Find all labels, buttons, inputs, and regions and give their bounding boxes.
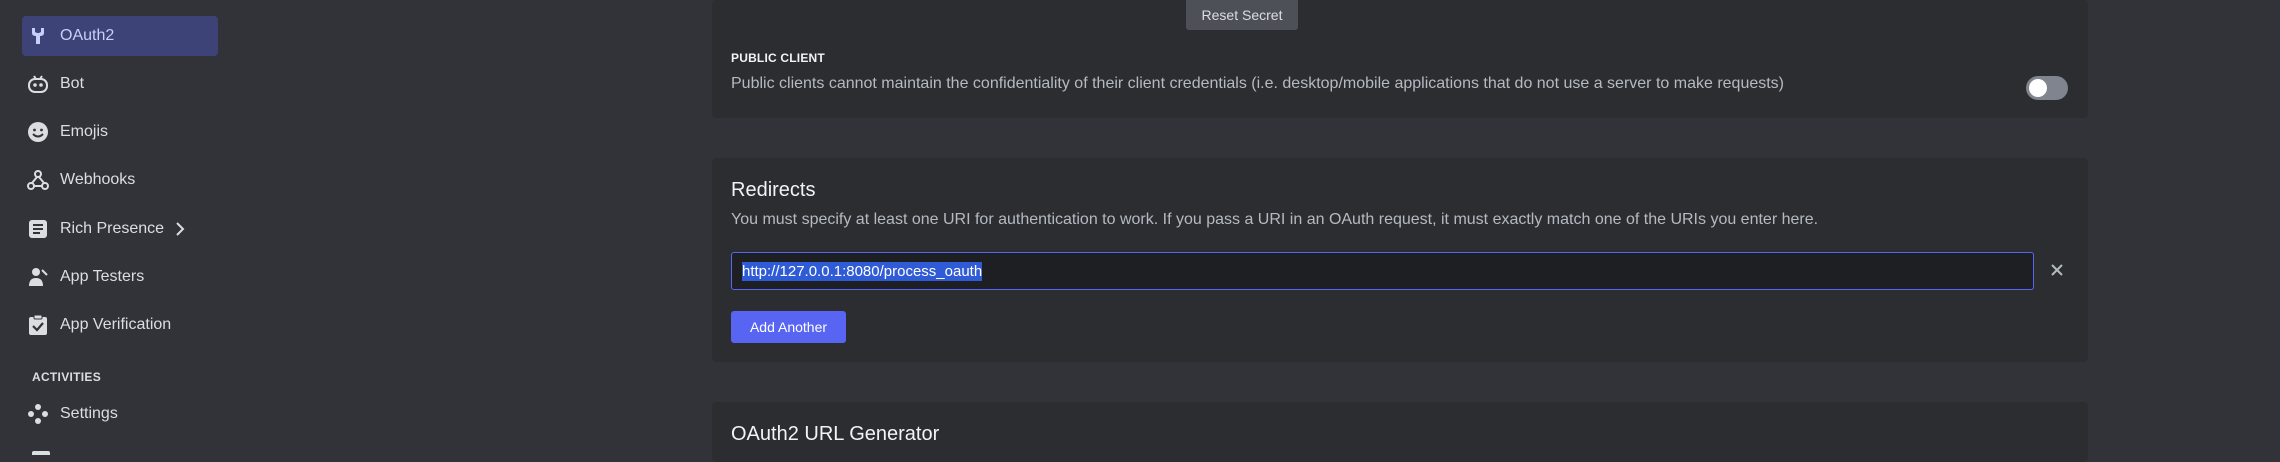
sidebar-item-rich-presence[interactable]: Rich Presence (22, 209, 218, 249)
sidebar-item-partial-icon (32, 451, 50, 455)
sidebar-item-settings[interactable]: Settings (22, 394, 218, 434)
clipboard-check-icon (16, 314, 60, 336)
sidebar-item-emojis[interactable]: Emojis (22, 112, 218, 152)
sidebar: OAuth2 Bot Emojis Webhooks Rich Presence… (0, 0, 240, 455)
sidebar-item-bot[interactable]: Bot (22, 64, 218, 104)
redirect-uri-value: http://127.0.0.1:8080/process_oauth (742, 261, 983, 281)
sidebar-item-label: OAuth2 (60, 27, 115, 44)
redirect-uri-input[interactable]: http://127.0.0.1:8080/process_oauth (731, 252, 2034, 290)
close-icon (2051, 264, 2063, 276)
sidebar-item-app-verification[interactable]: App Verification (22, 305, 218, 345)
sidebar-item-label: App Verification (60, 316, 172, 333)
sidebar-item-app-testers[interactable]: App Testers (22, 257, 218, 297)
redirects-title: Redirects (731, 179, 816, 201)
webhook-icon (16, 169, 60, 191)
user-wave-icon (16, 266, 60, 288)
document-icon (16, 219, 60, 239)
wrench-icon (16, 26, 60, 46)
client-settings-card (712, 0, 2088, 118)
sidebar-item-label: App Testers (60, 268, 145, 285)
url-generator-title: OAuth2 URL Generator (731, 423, 940, 445)
add-another-button[interactable]: Add Another (731, 311, 846, 343)
public-client-description: Public clients cannot maintain the confi… (731, 75, 1785, 92)
public-client-title: PUBLIC CLIENT (731, 51, 825, 65)
sidebar-item-label: Webhooks (60, 171, 136, 188)
sidebar-item-label: Emojis (60, 123, 109, 140)
sidebar-item-label: Bot (60, 75, 85, 92)
reset-secret-button[interactable]: Reset Secret (1186, 0, 1298, 30)
sidebar-item-label: Rich Presence (60, 220, 165, 237)
sidebar-item-label: Settings (60, 405, 118, 422)
remove-uri-button[interactable] (2046, 259, 2068, 281)
chevron-right-icon (174, 222, 186, 236)
toggle-knob (2029, 79, 2047, 97)
gamepad-icon (16, 403, 60, 425)
sidebar-item-webhooks[interactable]: Webhooks (22, 160, 218, 200)
activities-section-header: ACTIVITIES (32, 370, 102, 384)
public-client-toggle[interactable] (2026, 76, 2068, 100)
sidebar-item-oauth2[interactable]: OAuth2 (22, 16, 218, 56)
redirects-description: You must specify at least one URI for au… (731, 211, 1819, 228)
bot-icon (16, 74, 60, 94)
emoji-icon (16, 121, 60, 143)
